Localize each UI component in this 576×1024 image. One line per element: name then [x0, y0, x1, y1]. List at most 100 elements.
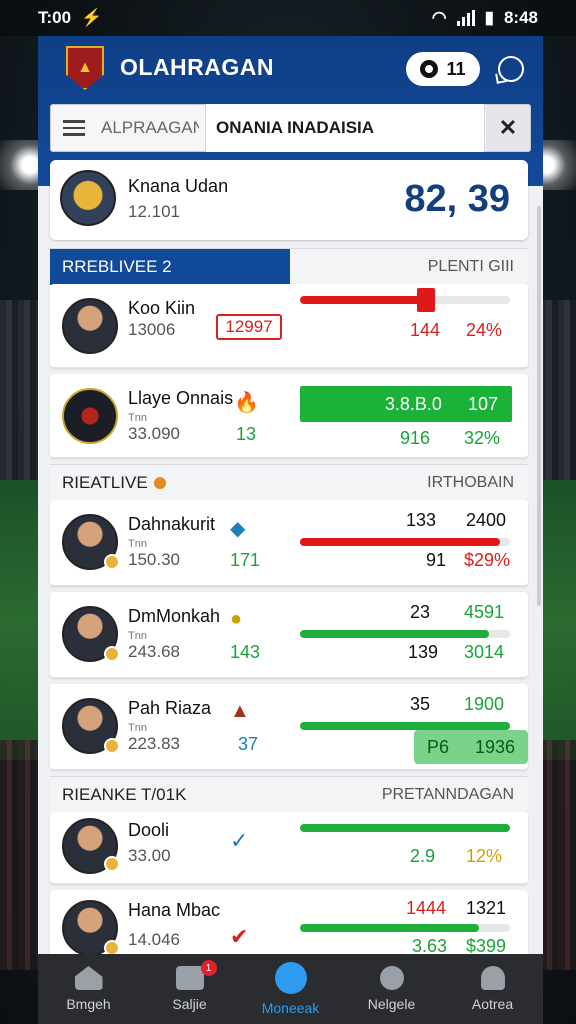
- player-name: Pah Riaza: [128, 698, 212, 718]
- stat-2: 32%: [464, 428, 501, 448]
- player-name: Dahnakurit: [128, 514, 216, 534]
- stat-3: 139: [408, 642, 439, 662]
- trophy-avatar: [60, 170, 116, 226]
- progress-fill: [300, 538, 500, 546]
- check-shield-icon: ✓: [230, 828, 249, 853]
- banner-b: 107: [467, 393, 498, 414]
- app-window: ▲ OLAHRAGAN 11 ALPRAAGAN ONANIA INADAISI…: [38, 36, 543, 1024]
- status-clock: 8:48: [503, 8, 538, 27]
- featured-score: 82, 39: [404, 178, 510, 220]
- home-icon: [74, 966, 103, 990]
- stat-2: 1321: [466, 898, 507, 918]
- mid-stat: 171: [230, 550, 261, 570]
- value-box: 12997: [216, 314, 282, 340]
- stat-1: 23: [410, 602, 431, 622]
- nav-search-label: Nelgele: [367, 996, 416, 1012]
- stat-1: 1444: [406, 898, 447, 918]
- nav-profile[interactable]: Aotrea: [448, 966, 538, 1012]
- section-header-1: RREBLIVEE 2 PLENTI GIII: [50, 248, 528, 285]
- live-dot-icon: [153, 476, 166, 489]
- banner-a: 3.8.B.0: [384, 393, 442, 414]
- fire-icon: 🔥: [234, 392, 259, 414]
- list-item[interactable]: Dahnakurit Tnn 150.30 ◆ 171 133 2400 91 …: [50, 500, 528, 586]
- scrollbar[interactable]: [537, 206, 541, 606]
- progress-fill: [300, 296, 426, 304]
- progress-bar: [300, 824, 510, 832]
- section-1-right: PLENTI GIII: [427, 257, 514, 275]
- list-item[interactable]: Llaye Onnais Tnn 33.090 🔥 13 3.8.B.0 107…: [50, 374, 528, 458]
- search-left-tab[interactable]: ALPRAAGAN: [101, 118, 199, 138]
- player-sub: 150.30: [128, 550, 180, 569]
- player-small: Tnn: [128, 538, 147, 550]
- stat-1: 133: [406, 510, 437, 530]
- chat-icon[interactable]: [498, 56, 524, 82]
- player-sub: 33.00: [128, 846, 171, 865]
- nav-inbox[interactable]: 1 Saljie: [145, 960, 235, 1012]
- mid-stat: 143: [230, 642, 261, 662]
- stat-3: 91: [426, 550, 447, 570]
- list-item[interactable]: DmMonkah Tnn 243.68 ● 143 23 4591 139 30…: [50, 592, 528, 678]
- badge-icon: [104, 856, 120, 872]
- progress-bar: [300, 288, 510, 312]
- team-sub: 33.090: [128, 424, 180, 443]
- progress-fill: [300, 630, 489, 638]
- list-item[interactable]: Dooli 33.00 ✓ 2.9 12%: [50, 812, 528, 884]
- chip-b: 1936: [474, 736, 515, 757]
- search-active-tab[interactable]: ONANIA INADAISIA: [205, 104, 485, 152]
- progress-bar: [300, 538, 510, 546]
- progress-fill: [300, 722, 510, 730]
- section-3-right: PRETANNDAGAN: [381, 785, 514, 803]
- main-content: Knana Udan 12.101 82, 39 RREBLIVEE 2 PLE…: [50, 160, 528, 976]
- status-time: T:00: [38, 8, 72, 27]
- ball-icon: [274, 962, 307, 994]
- featured-sub: 12.101: [128, 202, 180, 221]
- profile-icon: [480, 966, 505, 990]
- nav-home-label: Bmgeh: [66, 996, 111, 1012]
- stat-4: 3014: [464, 642, 505, 662]
- team-name: Llaye Onnais: [128, 388, 234, 408]
- battery-icon: ▮: [484, 8, 494, 27]
- stat-1: 144: [410, 320, 441, 340]
- list-item[interactable]: Koo Kiin 13006 12997 144 24%: [50, 284, 528, 368]
- player-sub: 243.68: [128, 642, 180, 661]
- stat-1: 35: [410, 694, 431, 714]
- progress-marker[interactable]: [417, 288, 435, 312]
- badge-icon: [104, 646, 120, 662]
- header-toggle-pill[interactable]: 11: [406, 52, 480, 86]
- player-sub: 14.046: [128, 930, 180, 949]
- featured-card[interactable]: Knana Udan 12.101 82, 39: [50, 160, 528, 240]
- stat-1: 2.9: [410, 846, 436, 866]
- status-bar: T:00 ⚡ ◠ ▮ 8:48: [0, 0, 576, 36]
- progress-bar: [300, 722, 510, 730]
- player-sub: 13006: [128, 320, 176, 339]
- nav-inbox-label: Saljie: [172, 996, 207, 1012]
- search-bar[interactable]: ALPRAAGAN ONANIA INADAISIA ✕: [50, 104, 531, 152]
- search-icon: [379, 966, 404, 990]
- nav-search[interactable]: Nelgele: [347, 966, 437, 1012]
- notification-badge: 1: [200, 960, 217, 976]
- player-small: Tnn: [128, 722, 147, 734]
- triangle-icon: ▲: [230, 700, 250, 722]
- highlight-chip: P6 1936: [414, 730, 528, 764]
- section-header-2: RIEATLIVE IRTHOBAIN: [50, 464, 528, 500]
- nav-matches-label: Moneeak: [261, 1000, 320, 1016]
- stat-2: 4591: [464, 602, 505, 622]
- stat-banner: 3.8.B.0 107: [300, 386, 512, 422]
- stat-2: 2400: [466, 510, 507, 530]
- list-item[interactable]: Pah Riaza Tnn 223.83 ▲ 37 35 1900 P6 193…: [50, 684, 528, 770]
- team-mid-stat: 13: [236, 424, 257, 444]
- nav-home[interactable]: Bmgeh: [44, 966, 134, 1012]
- hamburger-menu-icon[interactable]: [63, 120, 85, 136]
- progress-bar: [300, 924, 510, 932]
- section-header-3: RIEANKE T/01K PRETANNDAGAN: [50, 776, 528, 812]
- bottom-navigation: Bmgeh 1 Saljie Moneeak Nelgele Aotrea: [38, 954, 543, 1024]
- wifi-icon: ◠: [431, 8, 447, 27]
- player-sub: 223.83: [128, 734, 180, 753]
- player-name: Koo Kiin: [128, 298, 196, 318]
- progress-fill: [300, 824, 510, 832]
- nav-matches[interactable]: Moneeak: [246, 962, 336, 1016]
- close-icon[interactable]: ✕: [486, 105, 530, 151]
- section-2-right: IRTHOBAIN: [427, 473, 514, 491]
- team-small-label: Tnn: [128, 412, 147, 424]
- stat-2: 1900: [464, 694, 505, 714]
